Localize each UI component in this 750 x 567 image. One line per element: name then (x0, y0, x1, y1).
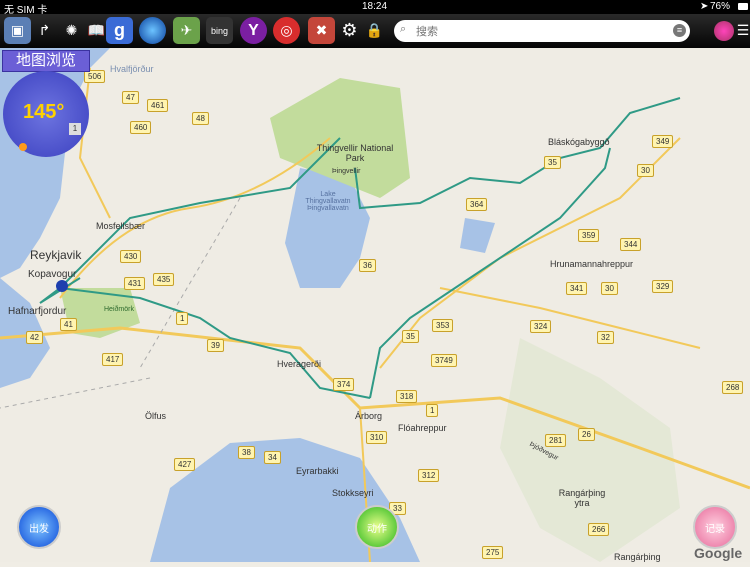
globe-icon[interactable] (139, 17, 166, 44)
action-button[interactable]: 动作 (355, 505, 399, 549)
battery-icon (738, 3, 748, 10)
road-shield: 34 (264, 451, 281, 464)
list-icon[interactable]: ☰ (737, 17, 750, 44)
record-button[interactable]: 记录 (693, 505, 737, 549)
road-shield: 281 (545, 434, 567, 447)
road-shield: 26 (578, 428, 595, 441)
road-shield: 427 (174, 458, 196, 471)
map-icon[interactable]: ✈ (173, 17, 200, 44)
search-icon: ⌕ (400, 23, 407, 35)
road-shield: 47 (122, 91, 139, 104)
road-shield: 30 (637, 164, 654, 177)
bing-icon[interactable]: bing (206, 17, 233, 44)
map-canvas[interactable]: Reykjavik Kopavogur Hafnarfjordur Mosfel… (0, 48, 750, 563)
road-shield: 310 (366, 431, 388, 444)
road-shield: 329 (652, 280, 674, 293)
road-shield: 266 (588, 523, 610, 536)
map-label: Heiðmörk (104, 306, 134, 313)
road-shield: 460 (130, 121, 152, 134)
google-logo: Google (694, 545, 743, 561)
road-shield: 38 (238, 446, 255, 459)
map-label: Rangárþing (614, 552, 661, 562)
road-shield: 35 (402, 330, 419, 343)
road-shield: 353 (432, 319, 454, 332)
depart-button[interactable]: 出发 (17, 505, 61, 549)
gear-icon[interactable]: ⚙ (336, 17, 363, 44)
road-shield: 42 (26, 331, 43, 344)
search-bar[interactable]: ⌕ ≡ (394, 20, 690, 42)
menu-icon[interactable]: ≡ (673, 24, 686, 37)
road-shield: 431 (124, 277, 146, 290)
map-mode-button[interactable]: 地图浏览 (2, 50, 90, 72)
map-label: Ölfus (145, 411, 167, 421)
road-shield: 39 (207, 339, 224, 352)
map-base (0, 48, 750, 563)
road-shield: 36 (359, 259, 376, 272)
road-shield: 41 (60, 318, 77, 331)
search-input[interactable] (414, 22, 668, 41)
paw-icon[interactable]: ✺ (58, 17, 85, 44)
road-shield: 341 (566, 282, 588, 295)
lock-icon[interactable]: 🔒 (361, 17, 388, 44)
toolbar: ▣ ↱ ✺ 📖 g ✈ bing Y ◎ ✖ ⚙ 🔒 ⌕ ≡ ☰ (0, 14, 750, 49)
map-label: Hveragerði (277, 359, 322, 369)
map-label: Stokkseyri (332, 488, 374, 498)
road-shield: 48 (192, 112, 209, 125)
map-label: Reykjavik (30, 248, 82, 262)
road-shield: 461 (147, 99, 169, 112)
current-location-marker[interactable] (56, 280, 68, 292)
heading-value: 145° (23, 101, 65, 123)
map-label: Hvalfjörður (110, 64, 154, 74)
map-label: Lake Thingvallavatn Þingvallavatn (305, 191, 351, 212)
map-label: Rangárþing ytra (558, 488, 606, 508)
road-shield: 32 (597, 331, 614, 344)
compass[interactable]: 145° 1 (3, 71, 89, 157)
map-label: Þingvellir (332, 168, 361, 175)
road-shield: 1 (176, 312, 189, 325)
map-label: Hrunamannahreppur (550, 259, 634, 269)
road-shield: 275 (482, 546, 504, 559)
road-shield: 417 (102, 353, 124, 366)
compass-small-label: 1 (69, 123, 81, 135)
road-shield: 318 (396, 390, 418, 403)
avatar[interactable] (714, 21, 734, 41)
road-shield: 312 (418, 469, 440, 482)
wrench-icon[interactable]: ✖ (308, 17, 335, 44)
map-label: Bláskógabyggð (548, 137, 610, 147)
road-shield: 374 (333, 378, 355, 391)
road-shield: 364 (466, 198, 488, 211)
road-shield: 349 (652, 135, 674, 148)
road-shield: 268 (722, 381, 744, 394)
status-bar: 无 SIM 卡 18:24 ➤ 76% (0, 0, 750, 16)
map-label: Flóahreppur (398, 423, 447, 433)
road-shield: 35 (544, 156, 561, 169)
map-label: Thingvellir National Park (316, 143, 394, 163)
road-shield: 435 (153, 273, 175, 286)
stamp-icon[interactable]: ◎ (273, 17, 300, 44)
map-label: Hafnarfjordur (8, 306, 67, 317)
clock: 18:24 (362, 1, 388, 12)
yahoo-icon[interactable]: Y (240, 17, 267, 44)
road-shield: 430 (120, 250, 142, 263)
road-shield: 359 (578, 229, 600, 242)
map-label: Eyrarbakki (296, 466, 339, 476)
road-shield: 30 (601, 282, 618, 295)
road-shield: 3749 (431, 354, 457, 367)
google-icon[interactable]: g (106, 17, 133, 44)
road-shield: 344 (620, 238, 642, 251)
compass-dot-icon (19, 143, 27, 151)
map-label: Mosfellsbær (96, 221, 146, 231)
location-arrow-icon: ➤ (700, 1, 709, 12)
direction-icon[interactable]: ↱ (31, 17, 58, 44)
map-label: Kopavogur (28, 269, 77, 280)
road-shield: 324 (530, 320, 552, 333)
settings-card-icon[interactable]: ▣ (4, 17, 31, 44)
battery-text: 76% (710, 1, 731, 12)
map-label: Árborg (355, 411, 383, 421)
road-shield: 1 (426, 404, 439, 417)
